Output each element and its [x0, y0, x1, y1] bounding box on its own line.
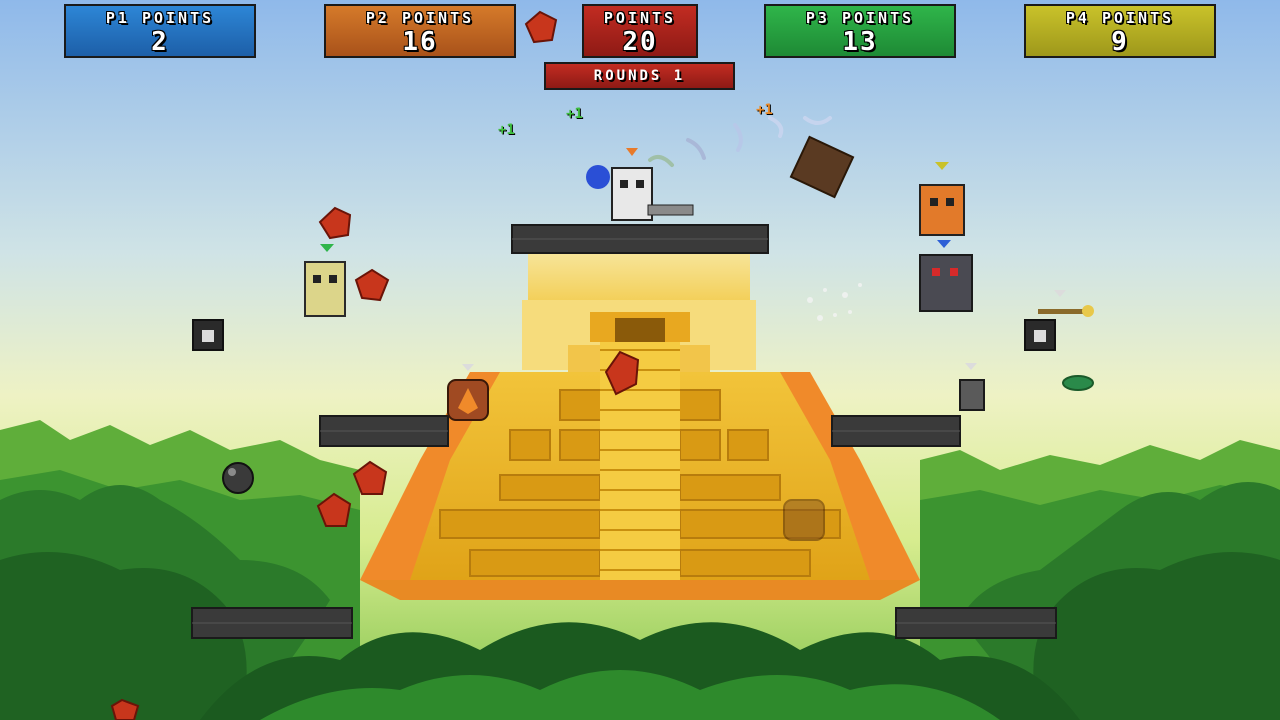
p2-points-label: P2 POINTS: [365, 9, 475, 27]
p2-points-value: 16: [402, 27, 438, 57]
p3-points-label: P3 POINTS: [805, 9, 915, 27]
p3-points-value: 13: [842, 27, 878, 57]
p4-points-value: 9: [1111, 27, 1129, 57]
p1-points-value: 2: [151, 27, 169, 57]
p4-points-label: P4 POINTS: [1065, 9, 1175, 27]
pot-points-value: 20: [622, 27, 658, 57]
game-stage: P1 POINTS 2 P2 POINTS 16 POINTS 20 P3 PO…: [0, 0, 1280, 720]
p3-points-panel: P3 POINTS 13: [764, 4, 956, 58]
jungle-temple-scene: [0, 0, 1280, 720]
rounds-banner: ROUNDS 1: [544, 62, 735, 90]
score-popup: +1: [756, 102, 773, 118]
stone-ball-item: [222, 462, 254, 494]
p1-points-label: P1 POINTS: [105, 9, 215, 27]
ghost-block-item: [783, 499, 825, 541]
p4-points-panel: P4 POINTS 9: [1024, 4, 1216, 58]
pot-points-panel: POINTS 20: [582, 4, 698, 58]
score-popup: +1: [566, 106, 583, 122]
pot-points-label: POINTS: [603, 9, 677, 27]
p1-points-panel: P1 POINTS 2: [64, 4, 256, 58]
p2-points-panel: P2 POINTS 16: [324, 4, 516, 58]
score-popup: +1: [498, 122, 515, 138]
leaf-item: [1062, 375, 1094, 391]
